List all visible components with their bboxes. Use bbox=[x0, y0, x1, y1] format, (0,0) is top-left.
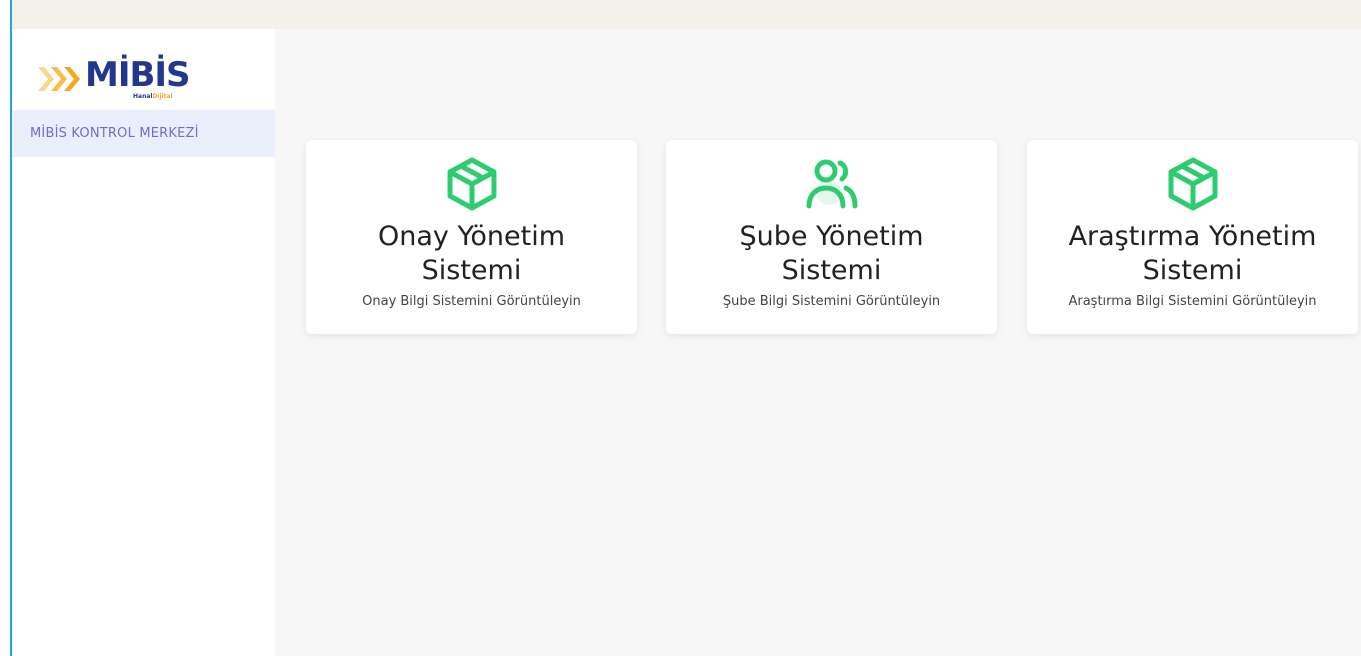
sidebar-item-control-center[interactable]: MİBİS KONTROL MERKEZİ bbox=[12, 110, 275, 157]
sidebar-item-label: MİBİS KONTROL MERKEZİ bbox=[30, 126, 199, 141]
mibis-logo[interactable]: MİBİS HanalDijital bbox=[36, 55, 191, 105]
window-left-edge bbox=[0, 0, 12, 656]
logo-subtext-accent: Dijital bbox=[152, 93, 173, 100]
users-icon bbox=[806, 159, 857, 209]
card-subtitle: Şube Bilgi Sistemini Görüntüleyin bbox=[722, 294, 941, 309]
card-sube-yonetim[interactable]: Şube Yönetim Sistemi Şube Bilgi Sistemin… bbox=[666, 140, 997, 334]
chevrons-logo-icon bbox=[38, 67, 80, 91]
card-subtitle: Onay Bilgi Sistemini Görüntüleyin bbox=[362, 294, 581, 309]
card-arastirma-yonetim[interactable]: Araştırma Yönetim Sistemi Araştırma Bilg… bbox=[1027, 140, 1358, 334]
card-title-line2: Sistemi bbox=[781, 255, 882, 286]
card-title: Şube Yönetim Sistemi bbox=[666, 220, 997, 288]
card-title-line1: Şube Yönetim bbox=[739, 221, 924, 252]
top-bar bbox=[12, 0, 1361, 29]
logo-subtext: HanalDijital bbox=[133, 93, 173, 100]
card-title: Araştırma Yönetim Sistemi bbox=[1027, 220, 1358, 288]
card-title-line2: Sistemi bbox=[421, 255, 522, 286]
card-title-line2: Sistemi bbox=[1142, 255, 1243, 286]
card-title-line1: Onay Yönetim bbox=[377, 221, 565, 252]
logo-subtext-prefix: Hanal bbox=[133, 93, 153, 100]
package-icon bbox=[1168, 157, 1217, 211]
card-title-line1: Araştırma Yönetim bbox=[1068, 221, 1317, 252]
sidebar: MİBİS HanalDijital MİBİS KONTROL MERKEZİ bbox=[12, 29, 275, 656]
package-icon bbox=[447, 157, 496, 211]
card-subtitle: Araştırma Bilgi Sistemini Görüntüleyin bbox=[1068, 294, 1317, 309]
card-title: Onay Yönetim Sistemi bbox=[306, 220, 637, 288]
logo-text: MİBİS bbox=[85, 55, 191, 95]
card-onay-yonetim[interactable]: Onay Yönetim Sistemi Onay Bilgi Sistemin… bbox=[306, 140, 637, 334]
